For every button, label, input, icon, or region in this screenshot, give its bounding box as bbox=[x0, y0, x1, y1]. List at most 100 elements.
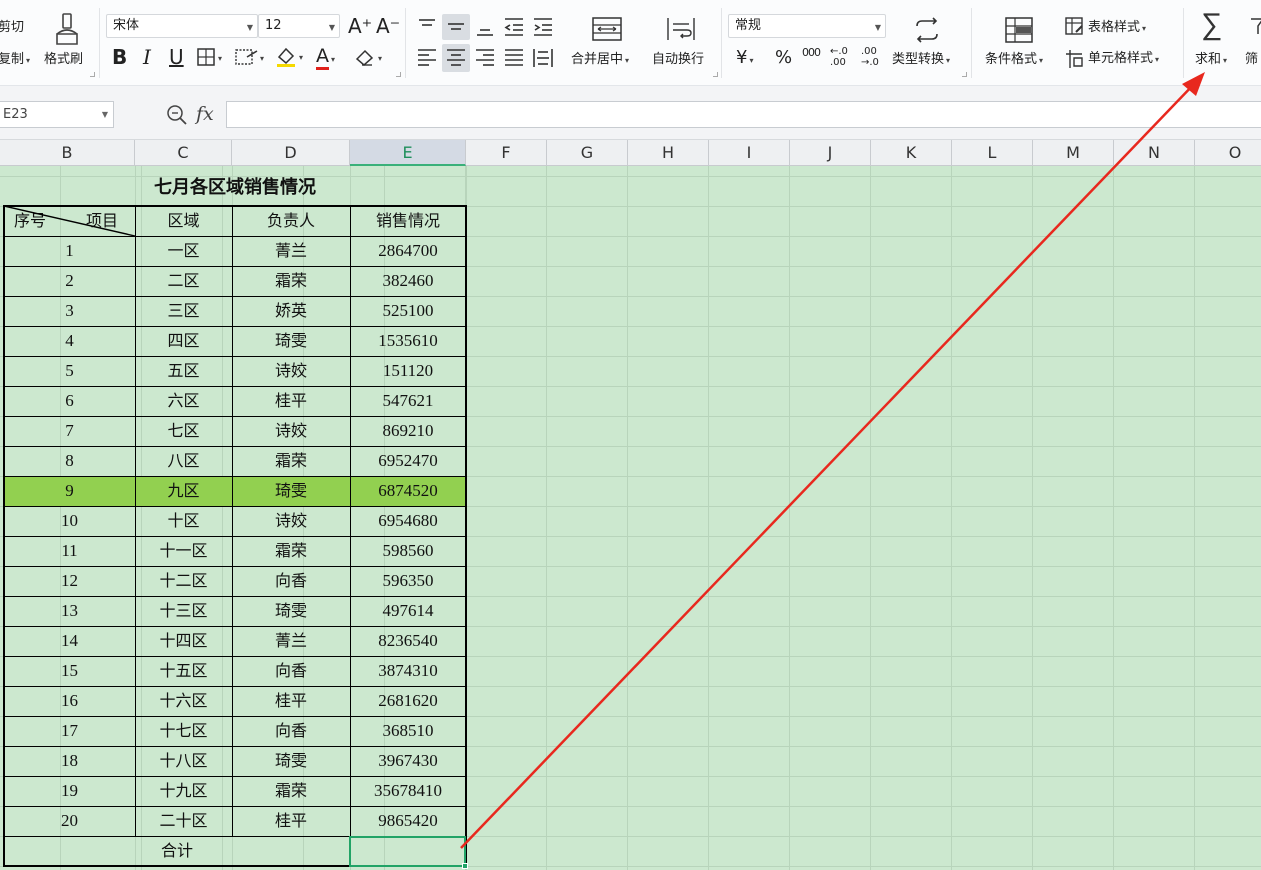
cell-manager[interactable]: 霜荣 bbox=[232, 266, 350, 296]
column-header-f[interactable]: F bbox=[466, 140, 547, 166]
cell-seq[interactable]: 14 bbox=[4, 626, 135, 656]
column-header-h[interactable]: H bbox=[628, 140, 709, 166]
cell-style-button[interactable]: 单元格样式 ▾ bbox=[1088, 52, 1159, 65]
filter-icon[interactable] bbox=[1250, 16, 1261, 38]
selected-cell-E23[interactable] bbox=[349, 836, 468, 869]
font-size-select[interactable]: 12 ▼ bbox=[258, 14, 340, 38]
column-header-l[interactable]: L bbox=[952, 140, 1033, 166]
align-bottom-icon[interactable] bbox=[474, 16, 496, 38]
cell-seq[interactable]: 3 bbox=[4, 296, 135, 326]
format-painter-button[interactable]: 格式刷 bbox=[44, 53, 83, 66]
name-box[interactable]: E23 ▼ bbox=[0, 101, 114, 128]
cell-sales[interactable]: 151120 bbox=[350, 356, 466, 386]
formula-input[interactable] bbox=[226, 101, 1261, 128]
distributed-align-icon[interactable] bbox=[532, 47, 554, 69]
cell-style-brush-icon[interactable]: ▾ bbox=[235, 47, 269, 67]
cell-manager[interactable]: 桂平 bbox=[232, 806, 350, 836]
sum-icon[interactable]: ∑ bbox=[1201, 10, 1222, 40]
column-header-d[interactable]: D bbox=[232, 140, 350, 166]
cell-manager[interactable]: 诗姣 bbox=[232, 356, 350, 386]
thousands-button[interactable]: 000 bbox=[802, 47, 821, 58]
cell-region[interactable]: 五区 bbox=[135, 356, 232, 386]
cell-sales[interactable]: 598560 bbox=[350, 536, 466, 566]
fill-handle[interactable] bbox=[462, 863, 468, 869]
cell-region[interactable]: 四区 bbox=[135, 326, 232, 356]
align-top-icon[interactable] bbox=[416, 16, 438, 38]
align-right-icon[interactable] bbox=[474, 47, 496, 69]
cell-style-icon[interactable] bbox=[1064, 48, 1086, 70]
decrease-decimal-button[interactable]: .00 →.0 bbox=[861, 46, 885, 68]
cell-seq[interactable]: 6 bbox=[4, 386, 135, 416]
cell-seq[interactable]: 13 bbox=[4, 596, 135, 626]
cell-manager[interactable]: 诗姣 bbox=[232, 506, 350, 536]
decrease-font-button[interactable]: A⁻ bbox=[376, 16, 400, 36]
cell-manager[interactable]: 桂平 bbox=[232, 386, 350, 416]
cell-sales[interactable]: 6952470 bbox=[350, 446, 466, 476]
cell-sales[interactable]: 2681620 bbox=[350, 686, 466, 716]
header-sales[interactable]: 销售情况 bbox=[350, 206, 466, 236]
cell-region[interactable]: 九区 bbox=[135, 476, 232, 506]
fill-color-icon[interactable]: ▾ bbox=[275, 45, 309, 69]
border-icon[interactable]: ▾ bbox=[197, 47, 227, 67]
cell-manager[interactable]: 菁兰 bbox=[232, 236, 350, 266]
cell-seq[interactable]: 8 bbox=[4, 446, 135, 476]
cell-seq[interactable]: 20 bbox=[4, 806, 135, 836]
increase-indent-icon[interactable] bbox=[532, 16, 554, 38]
cell-manager[interactable]: 向香 bbox=[232, 716, 350, 746]
cell-manager[interactable]: 向香 bbox=[232, 566, 350, 596]
cell-region[interactable]: 三区 bbox=[135, 296, 232, 326]
cell-manager[interactable]: 菁兰 bbox=[232, 626, 350, 656]
align-middle-button[interactable] bbox=[442, 14, 470, 40]
cell-seq[interactable]: 7 bbox=[4, 416, 135, 446]
cell-manager[interactable]: 霜荣 bbox=[232, 776, 350, 806]
cell-sales[interactable]: 382460 bbox=[350, 266, 466, 296]
cell-manager[interactable]: 娇英 bbox=[232, 296, 350, 326]
table-style-icon[interactable] bbox=[1064, 16, 1086, 36]
sum-button[interactable]: 求和 ▾ bbox=[1195, 53, 1227, 66]
cell-seq[interactable]: 12 bbox=[4, 566, 135, 596]
cell-manager[interactable]: 霜荣 bbox=[232, 536, 350, 566]
cell-region[interactable]: 二十区 bbox=[135, 806, 232, 836]
column-header-n[interactable]: N bbox=[1114, 140, 1195, 166]
number-format-select[interactable]: 常规 ▼ bbox=[728, 14, 886, 38]
cell-sales[interactable]: 497614 bbox=[350, 596, 466, 626]
cell-region[interactable]: 十二区 bbox=[135, 566, 232, 596]
column-header-e[interactable]: E bbox=[350, 140, 466, 166]
font-color-button[interactable]: A ▾ bbox=[316, 45, 335, 70]
cell-manager[interactable]: 琦雯 bbox=[232, 476, 350, 506]
table-style-button[interactable]: 表格样式 ▾ bbox=[1088, 21, 1146, 34]
cell-region[interactable]: 六区 bbox=[135, 386, 232, 416]
cell-manager[interactable]: 琦雯 bbox=[232, 326, 350, 356]
cell-sales[interactable]: 9865420 bbox=[350, 806, 466, 836]
cell-sales[interactable]: 3967430 bbox=[350, 746, 466, 776]
cell-seq[interactable]: 10 bbox=[4, 506, 135, 536]
cell-region[interactable]: 十九区 bbox=[135, 776, 232, 806]
worksheet-grid[interactable]: 七月各区域销售情况 序号 项目 区域 负责人 销售情况 1 一区 菁兰 2864700 2 二区 霜荣… bbox=[0, 166, 1261, 870]
align-center-button[interactable] bbox=[442, 44, 470, 72]
cell-region[interactable]: 十八区 bbox=[135, 746, 232, 776]
cell-region[interactable]: 十三区 bbox=[135, 596, 232, 626]
merge-center-button[interactable]: 合并居中 ▾ bbox=[571, 53, 629, 66]
column-header-k[interactable]: K bbox=[871, 140, 952, 166]
header-region[interactable]: 区域 bbox=[135, 206, 232, 236]
cell-seq[interactable]: 2 bbox=[4, 266, 135, 296]
conditional-format-button[interactable]: 条件格式 ▾ bbox=[985, 53, 1043, 66]
cell-sales[interactable]: 547621 bbox=[350, 386, 466, 416]
increase-decimal-button[interactable]: ←.0 .00 bbox=[830, 46, 854, 68]
cell-region[interactable]: 十七区 bbox=[135, 716, 232, 746]
merge-center-icon[interactable] bbox=[590, 14, 624, 44]
cell-sales[interactable]: 1535610 bbox=[350, 326, 466, 356]
total-label[interactable]: 合计 bbox=[4, 836, 350, 866]
cell-sales[interactable]: 3874310 bbox=[350, 656, 466, 686]
cell-region[interactable]: 八区 bbox=[135, 446, 232, 476]
cell-region[interactable]: 十六区 bbox=[135, 686, 232, 716]
cell-region[interactable]: 十一区 bbox=[135, 536, 232, 566]
justify-icon[interactable] bbox=[503, 47, 525, 69]
underline-button[interactable]: U bbox=[169, 47, 184, 67]
cell-seq[interactable]: 1 bbox=[4, 236, 135, 266]
cell-sales[interactable]: 596350 bbox=[350, 566, 466, 596]
cell-seq[interactable]: 11 bbox=[4, 536, 135, 566]
conditional-format-icon[interactable] bbox=[1004, 15, 1034, 45]
type-convert-button[interactable]: 类型转换 ▾ bbox=[892, 53, 950, 66]
column-header-i[interactable]: I bbox=[709, 140, 790, 166]
